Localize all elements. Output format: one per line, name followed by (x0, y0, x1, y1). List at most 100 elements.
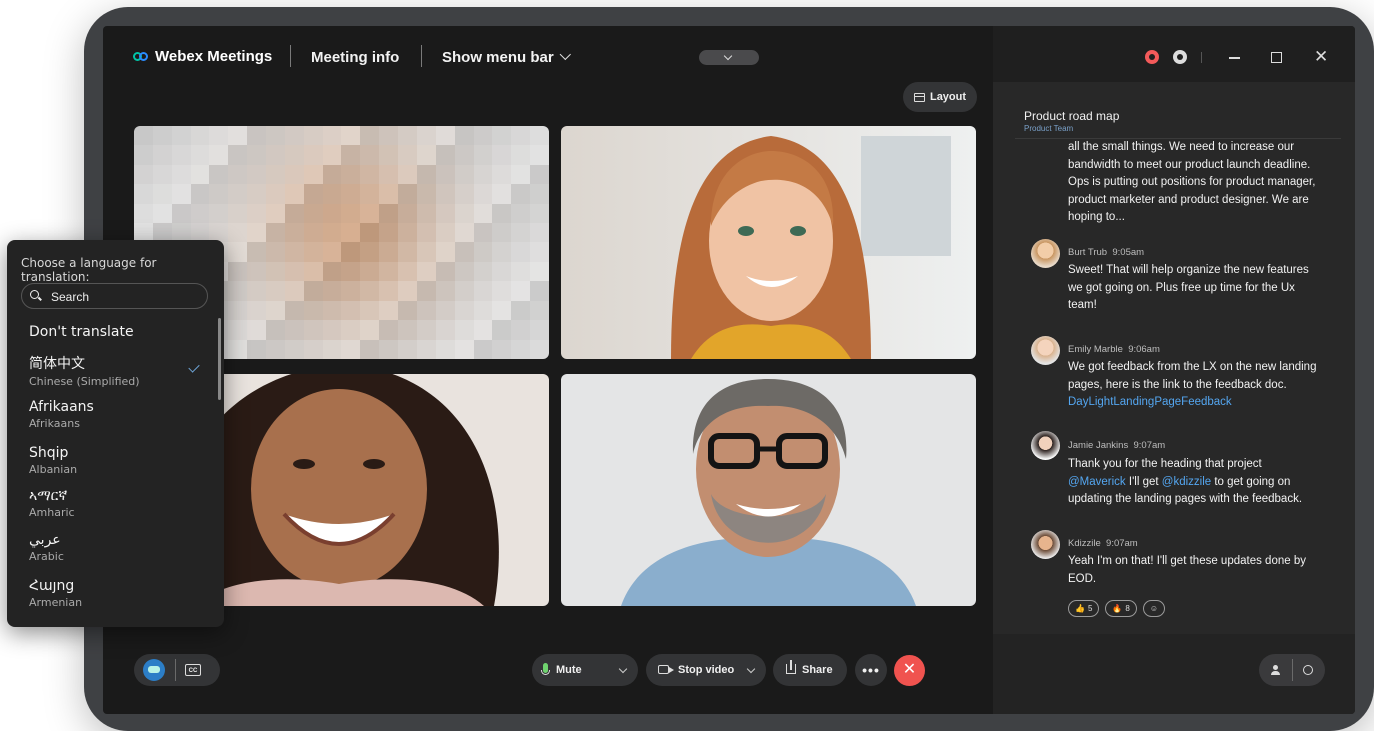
end-call-button[interactable]: ✕ (894, 655, 925, 686)
mosaic-cell (492, 184, 512, 204)
language-label: Don't translate (29, 324, 134, 340)
feedback-link[interactable]: DayLightLandingPageFeedback (1068, 396, 1232, 408)
chevron-down-icon (723, 51, 733, 61)
mosaic-cell (303, 164, 323, 185)
mosaic-cell (435, 223, 455, 243)
mosaic-cell (152, 164, 172, 185)
participant-video (561, 374, 976, 606)
mosaic-cell (322, 242, 342, 262)
mosaic-cell (228, 145, 248, 165)
message-body: I'll get (1125, 475, 1162, 488)
mosaic-cell (398, 203, 417, 224)
message-meta: Kdizzile 9:07am (1068, 538, 1138, 549)
status-icon[interactable] (1173, 50, 1187, 64)
minimize-icon[interactable] (1229, 57, 1240, 59)
record-icon[interactable] (1145, 50, 1159, 64)
show-menu-bar-button[interactable]: Show menu bar (442, 48, 571, 66)
message-text: Sweet! That will help organize the new f… (1068, 264, 1309, 311)
mosaic-cell (398, 281, 417, 301)
mosaic-cell (360, 223, 380, 243)
mosaic-cell (266, 281, 285, 301)
mosaic-cell (454, 242, 474, 262)
chevron-down-icon[interactable] (746, 664, 756, 674)
chat-icon[interactable] (1303, 665, 1313, 675)
language-option-arabic[interactable]: عربي Arabic (29, 532, 64, 563)
meeting-info-button[interactable]: Meeting info (311, 49, 399, 66)
mosaic-cell (209, 203, 229, 224)
mosaic-cell (473, 145, 493, 165)
mosaic-cell (360, 320, 380, 340)
language-native-name: Shqip (29, 445, 69, 461)
chat-title: Product road map (1024, 109, 1120, 123)
add-reaction-button[interactable]: ☺ (1142, 600, 1166, 617)
more-options-button[interactable]: ••• (855, 654, 887, 686)
participants-icon[interactable] (1271, 665, 1280, 675)
mosaic-cell (152, 145, 172, 165)
mosaic-cell (303, 281, 323, 301)
video-tile-participant-4[interactable] (561, 374, 976, 606)
language-option-dont-translate[interactable]: Don't translate (29, 324, 134, 340)
meeting-window: Webex Meetings Meeting info Show menu ba… (103, 26, 1355, 714)
reactions: 👍 5 🔥 8 ☺ (1068, 600, 1166, 617)
mosaic-cell (454, 184, 474, 204)
mosaic-cell (511, 126, 531, 146)
mosaic-cell (341, 203, 361, 224)
mosaic-cell (454, 339, 474, 359)
message-body: Thank you for the heading that project (1068, 458, 1262, 470)
mosaic-cell (473, 300, 493, 321)
message-meta: Burt Trub 9:05am (1068, 247, 1144, 258)
layout-button[interactable]: Layout (903, 82, 977, 112)
mosaic-cell (435, 339, 455, 359)
mention-link[interactable]: @Maverick (1068, 476, 1126, 488)
ai-assistant-icon[interactable] (143, 659, 165, 681)
language-option-afrikaans[interactable]: Afrikaans Afrikaans (29, 399, 94, 430)
mosaic-cell (492, 223, 512, 243)
avatar (1031, 431, 1060, 460)
language-option-chinese-simplified[interactable]: 简体中文 Chinese (Simplified) (29, 353, 140, 388)
mosaic-cell (209, 164, 229, 185)
mosaic-cell (228, 281, 248, 301)
mosaic-cell (530, 320, 549, 340)
mosaic-cell (284, 223, 304, 243)
mosaic-cell (379, 242, 399, 262)
mosaic-cell (284, 261, 304, 282)
mosaic-cell (492, 281, 512, 301)
language-option-armenian[interactable]: Հայոց Armenian (29, 578, 82, 609)
mosaic-cell (492, 320, 512, 340)
mosaic-cell (398, 242, 417, 262)
mute-button[interactable]: Mute (532, 654, 638, 686)
share-button[interactable]: Share (773, 654, 847, 686)
message-time: 9:05am (1112, 247, 1145, 258)
mosaic-cell (398, 300, 417, 321)
stop-video-button[interactable]: Stop video (646, 654, 766, 686)
mosaic-cell (247, 261, 267, 282)
maximize-icon[interactable] (1271, 52, 1282, 63)
participant-video (561, 126, 976, 359)
video-tile-participant-2[interactable] (561, 126, 976, 359)
language-search-input[interactable]: Search (21, 283, 208, 309)
mosaic-cell (322, 145, 342, 165)
mosaic-cell (360, 126, 380, 146)
reaction-thumbs-up[interactable]: 👍 5 (1068, 600, 1100, 617)
mosaic-cell (454, 223, 474, 243)
message-time: 9:06am (1128, 344, 1160, 355)
mosaic-cell (492, 164, 512, 185)
mosaic-cell (398, 184, 417, 204)
language-option-amharic[interactable]: ኣማርኛ Amharic (29, 488, 75, 519)
language-option-albanian[interactable]: Shqip Albanian (29, 445, 77, 476)
close-icon[interactable]: ✕ (1314, 47, 1328, 67)
mosaic-cell (152, 184, 172, 204)
collapse-handle[interactable] (699, 50, 759, 65)
chevron-down-icon[interactable] (618, 664, 628, 674)
mosaic-cell (228, 261, 248, 282)
mosaic-cell (473, 223, 493, 243)
mosaic-cell (416, 300, 436, 321)
reaction-fire[interactable]: 🔥 8 (1105, 600, 1137, 617)
microphone-icon (541, 663, 550, 675)
mosaic-cell (341, 145, 361, 165)
mosaic-cell (247, 126, 267, 146)
closed-captions-icon[interactable]: CC (185, 664, 201, 676)
mention-link[interactable]: @kdizzile (1162, 476, 1211, 488)
thumbs-up-icon: 👍 (1075, 604, 1085, 613)
dropdown-scrollbar[interactable] (218, 318, 221, 400)
